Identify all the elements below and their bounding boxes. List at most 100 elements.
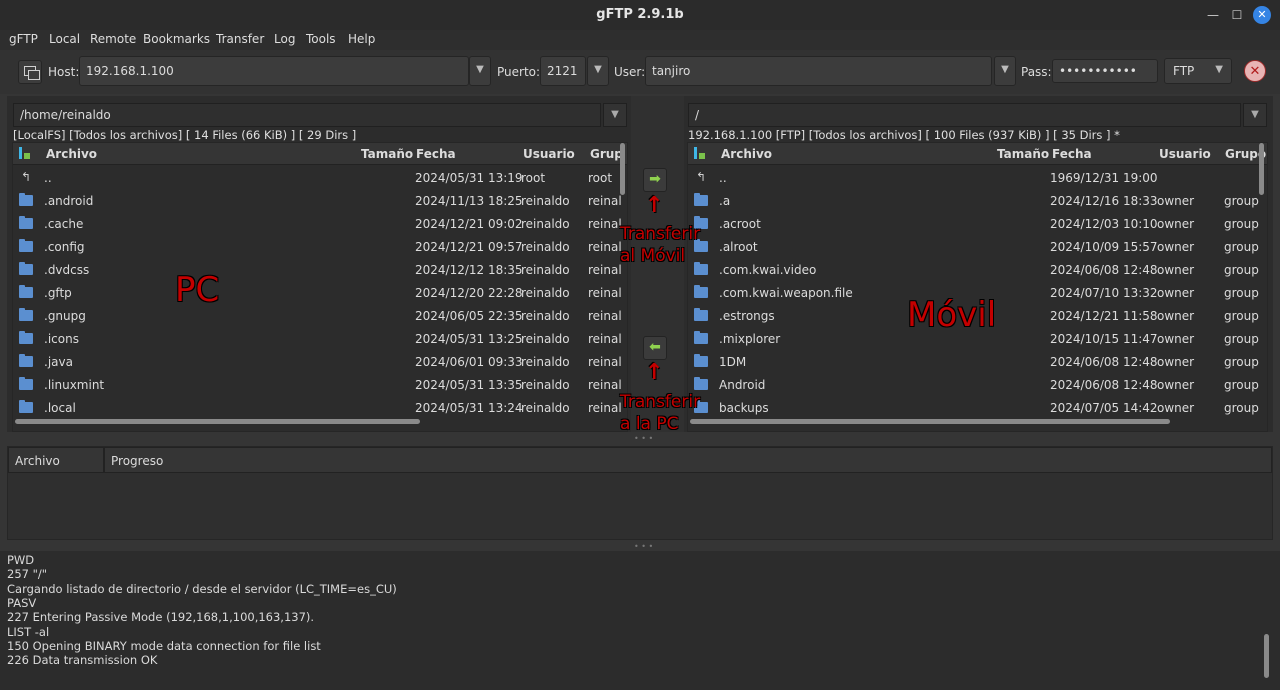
transfer-col-archivo[interactable]: Archivo — [8, 447, 104, 473]
log-line: LIST -al — [7, 624, 50, 639]
log-line: 150 Opening BINARY mode data connection … — [7, 638, 321, 653]
host-dropdown-icon[interactable]: ▼ — [469, 56, 491, 86]
annotation-to-pc-line2: a la PC — [620, 414, 679, 434]
file-date: 2024/07/10 13:32 — [1050, 286, 1158, 300]
minimize-icon[interactable]: — — [1204, 6, 1222, 24]
file-name: .com.kwai.weapon.file — [719, 286, 853, 300]
local-vertical-scrollbar[interactable] — [620, 143, 625, 195]
file-name: .. — [719, 171, 727, 185]
remote-vertical-scrollbar[interactable] — [1259, 143, 1264, 195]
file-name: .gnupg — [44, 309, 86, 323]
file-row[interactable]: .com.kwai.video 2024/06/08 12:48 owner grou… — [688, 258, 1267, 281]
col-fecha[interactable]: Fecha — [1052, 147, 1092, 161]
pane-splitter-grip[interactable]: • • • — [634, 434, 653, 443]
file-row[interactable]: .java 2024/06/01 09:33 reinaldo reinal — [13, 350, 627, 373]
file-name: .. — [44, 171, 52, 185]
file-row[interactable]: .config 2024/12/21 09:57 reinaldo reinal — [13, 235, 627, 258]
menu-log[interactable]: Log — [274, 32, 295, 46]
local-path-dropdown-icon[interactable]: ▼ — [603, 103, 627, 127]
file-group: reinal — [588, 378, 622, 392]
menu-bookmarks[interactable]: Bookmarks — [143, 32, 210, 46]
file-row[interactable]: .alroot 2024/10/09 15:57 owner group — [688, 235, 1267, 258]
user-input[interactable]: tanjiro — [645, 56, 992, 86]
menu-help[interactable]: Help — [348, 32, 375, 46]
file-group: group — [1224, 240, 1259, 254]
host-input[interactable]: 192.168.1.100 — [79, 56, 469, 86]
parent-dir-icon: ↰ — [696, 170, 707, 184]
annotation-pc: PC — [175, 270, 220, 310]
log-line: Cargando listado de directorio / desde e… — [7, 581, 397, 596]
local-horizontal-scrollbar[interactable] — [15, 419, 420, 424]
file-user: reinaldo — [521, 194, 570, 208]
folder-icon — [19, 262, 33, 275]
local-path-input[interactable]: /home/reinaldo — [13, 103, 601, 127]
connect-icon[interactable] — [18, 60, 42, 84]
file-row[interactable]: .gftp 2024/12/20 22:28 reinaldo reinal — [13, 281, 627, 304]
menu-gftp[interactable]: gFTP — [9, 32, 38, 46]
parent-dir-icon: ↰ — [21, 170, 32, 184]
folder-icon — [694, 285, 708, 298]
disconnect-icon[interactable]: ✕ — [1244, 60, 1266, 82]
col-archivo[interactable]: Archivo — [46, 147, 97, 161]
file-row[interactable]: .dvdcss 2024/12/12 18:35 reinaldo reinal — [13, 258, 627, 281]
file-row[interactable]: Android 2024/06/08 12:48 owner group — [688, 373, 1267, 396]
col-fecha[interactable]: Fecha — [416, 147, 456, 161]
col-usuario[interactable]: Usuario — [523, 147, 575, 161]
file-row[interactable]: ↰.. 2024/05/31 13:19 root root — [13, 166, 627, 189]
password-input[interactable]: ••••••••••• — [1052, 59, 1158, 83]
menu-tools[interactable]: Tools — [306, 32, 336, 46]
user-dropdown-icon[interactable]: ▼ — [994, 56, 1016, 86]
port-input[interactable]: 2121 — [540, 56, 586, 86]
sort-type-icon[interactable] — [17, 147, 31, 161]
close-icon[interactable]: ✕ — [1253, 6, 1271, 24]
window-title: gFTP 2.9.1b — [596, 7, 684, 22]
file-row[interactable]: .acroot 2024/12/03 10:10 owner group — [688, 212, 1267, 235]
transfer-col-progreso[interactable]: Progreso — [104, 447, 1272, 473]
file-user: owner — [1157, 286, 1195, 300]
file-group: root — [588, 171, 613, 185]
file-name: .a — [719, 194, 731, 208]
col-tamano[interactable]: Tamaño — [997, 147, 1049, 161]
file-date: 2024/07/05 14:42 — [1050, 401, 1158, 415]
menu-bar: gFTP Local Remote Bookmarks Transfer Log… — [0, 30, 1280, 50]
file-date: 2024/12/21 09:57 — [415, 240, 523, 254]
file-row[interactable]: .icons 2024/05/31 13:25 reinaldo reinal — [13, 327, 627, 350]
remote-horizontal-scrollbar[interactable] — [690, 419, 1170, 424]
menu-remote[interactable]: Remote — [90, 32, 136, 46]
col-grupo[interactable]: Grup — [590, 147, 623, 161]
file-date: 2024/10/09 15:57 — [1050, 240, 1158, 254]
file-row[interactable]: .cache 2024/12/21 09:02 reinaldo reinal — [13, 212, 627, 235]
protocol-dropdown-icon: ▼ — [1215, 64, 1223, 75]
port-dropdown-icon[interactable]: ▼ — [587, 56, 609, 86]
folder-icon — [19, 400, 33, 413]
file-row[interactable]: 1DM 2024/06/08 12:48 owner group — [688, 350, 1267, 373]
file-group: group — [1224, 378, 1259, 392]
file-row[interactable]: .linuxmint 2024/05/31 13:35 reinaldo reinal — [13, 373, 627, 396]
folder-icon — [19, 193, 33, 206]
file-row[interactable]: .a 2024/12/16 18:33 owner group — [688, 189, 1267, 212]
menu-local[interactable]: Local — [49, 32, 80, 46]
file-date: 2024/10/15 11:47 — [1050, 332, 1158, 346]
file-user: owner — [1157, 332, 1195, 346]
col-archivo[interactable]: Archivo — [721, 147, 772, 161]
sort-type-icon[interactable] — [692, 147, 706, 161]
col-tamano[interactable]: Tamaño — [361, 147, 413, 161]
file-row[interactable]: ↰.. 1969/12/31 19:00 — [688, 166, 1267, 189]
col-usuario[interactable]: Usuario — [1159, 147, 1211, 161]
remote-path-dropdown-icon[interactable]: ▼ — [1243, 103, 1267, 127]
protocol-select[interactable]: FTP ▼ — [1164, 58, 1232, 84]
maximize-icon[interactable]: ☐ — [1228, 6, 1246, 24]
file-row[interactable]: .gnupg 2024/06/05 22:35 reinaldo reinal — [13, 304, 627, 327]
remote-path-input[interactable]: / — [688, 103, 1241, 127]
upload-arrow-icon[interactable]: ➡ — [643, 168, 667, 192]
download-arrow-icon[interactable]: ⬅ — [643, 336, 667, 360]
log-splitter-grip[interactable]: • • • — [634, 542, 653, 551]
log-vertical-scrollbar[interactable] — [1264, 634, 1269, 678]
file-row[interactable]: .local 2024/05/31 13:24 reinaldo reinal — [13, 396, 627, 419]
file-row[interactable]: backups 2024/07/05 14:42 owner group — [688, 396, 1267, 419]
local-list-header: Archivo Tamaño Fecha Usuario Grup — [13, 143, 627, 165]
menu-transfer[interactable]: Transfer — [216, 32, 264, 46]
file-name: .linuxmint — [44, 378, 105, 392]
file-row[interactable]: .android 2024/11/13 18:25 reinaldo reinal — [13, 189, 627, 212]
file-group: reinal — [588, 194, 622, 208]
